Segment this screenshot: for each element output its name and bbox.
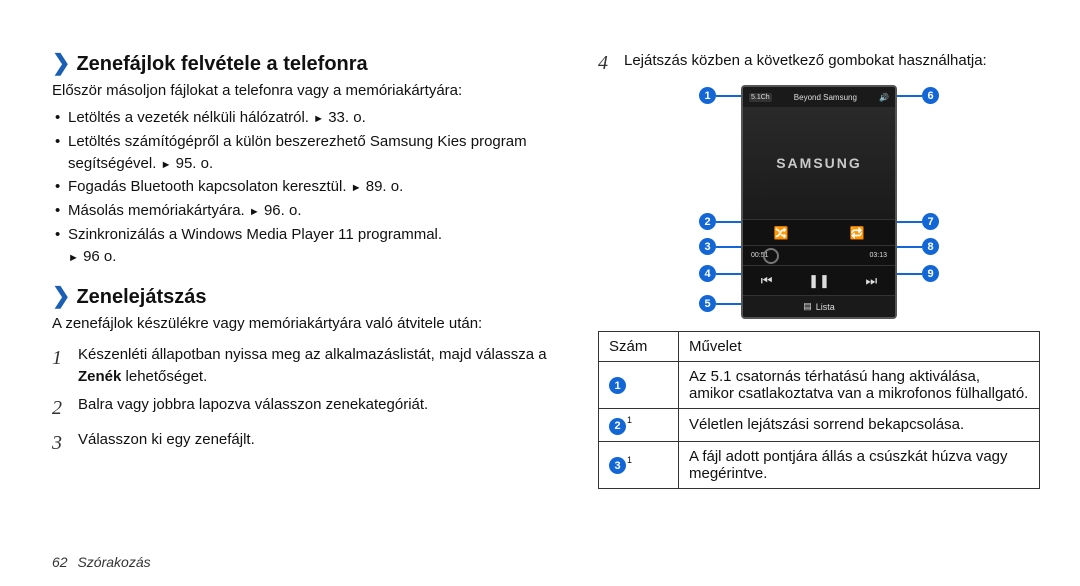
row-desc: A fájl adott pontjára állás a csúszkát h…: [679, 441, 1040, 488]
heading-add-music: ❯ Zenefájlok felvétele a telefonra: [52, 52, 562, 76]
callout-3: 3: [699, 238, 716, 255]
row-desc: Az 5.1 csatornás térhatású hang aktiválá…: [679, 362, 1040, 409]
row-desc: Véletlen lejátszási sorrend bekapcsolása…: [679, 409, 1040, 442]
step-text: Készenléti állapotban nyissa meg az alka…: [78, 344, 562, 388]
step-number: 3: [52, 429, 70, 458]
intro-text: Először másoljon fájlokat a telefonra va…: [52, 80, 562, 101]
step-number: 2: [52, 394, 70, 423]
table-row: 1 Az 5.1 csatornás térhatású hang aktivá…: [599, 362, 1040, 409]
step-number: 1: [52, 344, 70, 373]
page-footer: 62 Szórakozás: [52, 554, 151, 570]
callout-line: [716, 273, 741, 275]
scrub-handle-icon: [763, 248, 779, 264]
ref-triangle-icon: ►: [313, 113, 324, 125]
surround-chip: 5.1Ch: [749, 93, 772, 102]
callout-9: 9: [922, 265, 939, 282]
table-row: 31 A fájl adott pontjára állás a csúszká…: [599, 441, 1040, 488]
step-list: 1 Készenléti állapotban nyissa meg az al…: [52, 344, 562, 458]
callout-2: 2: [699, 213, 716, 230]
intro-text: A zenefájlok készülékre vagy memóriakárt…: [52, 313, 562, 334]
vol-icon: 🔊: [879, 93, 889, 102]
callout-line: [897, 273, 922, 275]
shuffle-icon: 🔀: [774, 226, 789, 240]
left-column: ❯ Zenefájlok felvétele a telefonra Elősz…: [52, 52, 562, 489]
ref-triangle-icon: ►: [351, 182, 362, 194]
footnote-ref: 1: [627, 455, 632, 465]
step-item: 2 Balra vagy jobbra lapozva válasszon ze…: [52, 394, 562, 423]
callout-8: 8: [922, 238, 939, 255]
row-num-badge: 2: [609, 418, 626, 435]
phone-screen: 5.1Ch Beyond Samsung 🔊 SAMSUNG 🔀 🔁 00:51: [741, 85, 897, 319]
callout-line: [897, 95, 922, 97]
operations-table: Szám Művelet 1 Az 5.1 csatornás térhatás…: [598, 331, 1040, 489]
callout-4: 4: [699, 265, 716, 282]
step-item: 3 Válasszon ki egy zenefájlt.: [52, 429, 562, 458]
phone-diagram: 5.1Ch Beyond Samsung 🔊 SAMSUNG 🔀 🔁 00:51: [741, 85, 897, 319]
callout-line: [897, 246, 922, 248]
row-num-badge: 3: [609, 457, 626, 474]
next-icon: ⏭: [865, 273, 877, 289]
list-item: Letöltés számítógépről a külön beszerezh…: [52, 131, 562, 175]
right-column: 4 Lejátszás közben a következő gombokat …: [598, 52, 1040, 489]
callout-line: [716, 95, 741, 97]
chevron-icon: ❯: [52, 52, 70, 74]
pause-icon: ❚❚: [808, 273, 830, 289]
page-number: 62: [52, 554, 68, 570]
callout-line: [716, 246, 741, 248]
chevron-icon: ❯: [52, 285, 70, 307]
bullet-list: Letöltés a vezeték nélküli hálózatról. ►…: [52, 107, 562, 267]
step-number: 4: [598, 52, 616, 75]
callout-7: 7: [922, 213, 939, 230]
step-item: 1 Készenléti állapotban nyissa meg az al…: [52, 344, 562, 388]
table-header-num: Szám: [599, 332, 679, 362]
prev-icon: ⏮: [761, 273, 773, 289]
list-item: Szinkronizálás a Windows Media Player 11…: [52, 224, 562, 268]
section-name: Szórakozás: [77, 554, 150, 570]
ref-triangle-icon: ►: [249, 206, 260, 218]
callout-line: [897, 221, 922, 223]
step-text: Balra vagy jobbra lapozva válasszon zene…: [78, 394, 428, 416]
footnote-ref: 1: [627, 415, 632, 425]
row-num-badge: 1: [609, 377, 626, 394]
step-text: Lejátszás közben a következő gombokat ha…: [624, 52, 987, 69]
table-header-op: Művelet: [679, 332, 1040, 362]
callout-5: 5: [699, 295, 716, 312]
callout-line: [716, 221, 741, 223]
track-title: Beyond Samsung: [794, 93, 857, 102]
heading-text: Zenefájlok felvétele a telefonra: [76, 53, 367, 76]
list-item: Másolás memóriakártyára. ► 96. o.: [52, 200, 562, 222]
repeat-icon: 🔁: [850, 226, 865, 240]
time-total: 03:13: [869, 252, 887, 259]
list-icon: ▤: [803, 301, 812, 312]
list-item: Letöltés a vezeték nélküli hálózatról. ►…: [52, 107, 562, 129]
heading-text: Zenelejátszás: [76, 286, 206, 309]
callout-6: 6: [922, 87, 939, 104]
ref-triangle-icon: ►: [68, 252, 79, 264]
step-4-line: 4 Lejátszás közben a következő gombokat …: [598, 52, 1040, 75]
heading-playback: ❯ Zenelejátszás: [52, 285, 562, 309]
ref-triangle-icon: ►: [161, 159, 172, 171]
lista-label: Lista: [816, 302, 835, 312]
table-row: 21 Véletlen lejátszási sorrend bekapcsol…: [599, 409, 1040, 442]
callout-line: [716, 303, 741, 305]
list-item: Fogadás Bluetooth kapcsolaton keresztül.…: [52, 176, 562, 198]
album-art-brand: SAMSUNG: [776, 155, 862, 171]
callout-1: 1: [699, 87, 716, 104]
step-text: Válasszon ki egy zenefájlt.: [78, 429, 255, 451]
